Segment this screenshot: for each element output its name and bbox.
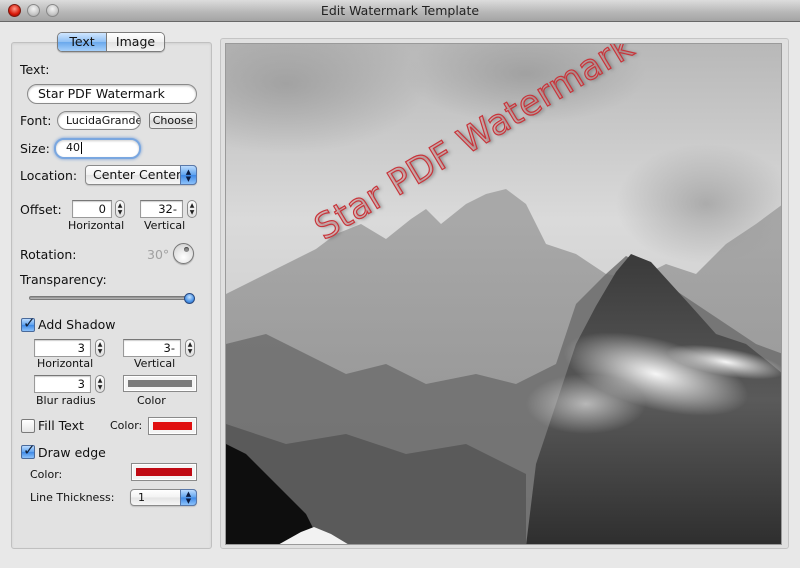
line-thickness-value: 1: [138, 491, 145, 504]
line-thickness-label: Line Thickness:: [30, 491, 115, 504]
add-shadow-checkbox[interactable]: ✓: [21, 314, 36, 332]
dial-indicator-icon: [184, 247, 189, 252]
shadow-color-well[interactable]: [123, 375, 197, 392]
draw-edge-label: Draw edge: [38, 445, 106, 460]
line-thickness-popup[interactable]: 1 ▲ ▼: [130, 489, 197, 506]
offset-label: Offset:: [20, 202, 62, 217]
checkmark-icon: ✓: [23, 441, 36, 459]
text-caret: [81, 142, 82, 154]
preview-image: Star PDF Watermark: [225, 43, 782, 545]
shadow-color-swatch: [128, 380, 192, 387]
fill-text-label: Fill Text: [38, 418, 84, 433]
font-label: Font:: [20, 113, 52, 128]
preview-panel: Star PDF Watermark: [220, 38, 789, 549]
rotation-dial[interactable]: [173, 243, 194, 264]
shadow-horizontal-input[interactable]: 3: [34, 339, 91, 357]
window-title: Edit Watermark Template: [320, 3, 480, 18]
tab-segmented-control: Text Image: [57, 32, 165, 52]
location-value: Center Center: [93, 167, 182, 182]
offset-horizontal-input[interactable]: 0: [72, 200, 112, 218]
size-input[interactable]: 40: [54, 138, 141, 159]
font-name-field[interactable]: LucidaGrande: [57, 111, 141, 130]
checkmark-icon: ✓: [23, 314, 36, 332]
edge-color-swatch: [136, 468, 192, 476]
choose-font-button[interactable]: Choose: [149, 112, 197, 129]
location-label: Location:: [20, 168, 78, 183]
shadow-horizontal-stepper[interactable]: ▲ ▼: [95, 339, 105, 357]
size-value: 40: [66, 141, 80, 154]
offset-vertical-label: Vertical: [144, 219, 186, 232]
offset-horizontal-label: Horizontal: [68, 219, 125, 232]
fill-text-checkbox[interactable]: [21, 419, 35, 433]
shadow-color-label: Color: [137, 394, 166, 407]
fill-color-label: Color:: [110, 419, 143, 432]
popup-arrows-icon: ▲ ▼: [180, 165, 197, 185]
transparency-slider-knob[interactable]: [183, 293, 195, 304]
title-bar: Edit Watermark Template: [0, 0, 800, 22]
shadow-blur-stepper[interactable]: ▲ ▼: [95, 375, 105, 393]
shadow-blur-label: Blur radius: [36, 394, 96, 407]
watermark-text-input[interactable]: Star PDF Watermark: [27, 84, 197, 104]
edge-color-well[interactable]: [131, 463, 197, 481]
edge-color-label: Color:: [30, 468, 63, 481]
fill-color-swatch: [153, 422, 192, 430]
fill-color-well[interactable]: [148, 417, 197, 435]
draw-edge-checkbox[interactable]: ✓: [21, 441, 36, 459]
shadow-blur-input[interactable]: 3: [34, 375, 91, 393]
tab-image[interactable]: Image: [107, 33, 164, 51]
shadow-vertical-stepper[interactable]: ▲ ▼: [185, 339, 195, 357]
offset-vertical-stepper[interactable]: ▲ ▼: [187, 200, 197, 218]
offset-horizontal-stepper[interactable]: ▲ ▼: [115, 200, 125, 218]
location-popup[interactable]: Center Center ▲ ▼: [85, 165, 197, 185]
shadow-vertical-input[interactable]: 3-: [123, 339, 181, 357]
popup-arrows-icon: ▲ ▼: [180, 489, 197, 506]
offset-vertical-input[interactable]: 32-: [140, 200, 183, 218]
transparency-label: Transparency:: [20, 272, 107, 287]
text-label: Text:: [20, 62, 50, 77]
transparency-slider-track[interactable]: [29, 296, 189, 300]
tab-text[interactable]: Text: [58, 33, 107, 51]
size-label: Size:: [20, 141, 50, 156]
shadow-horizontal-label: Horizontal: [37, 357, 94, 370]
shadow-vertical-label: Vertical: [134, 357, 176, 370]
add-shadow-label: Add Shadow: [38, 317, 116, 332]
rotation-value: 30°: [147, 247, 170, 262]
rotation-label: Rotation:: [20, 247, 77, 262]
